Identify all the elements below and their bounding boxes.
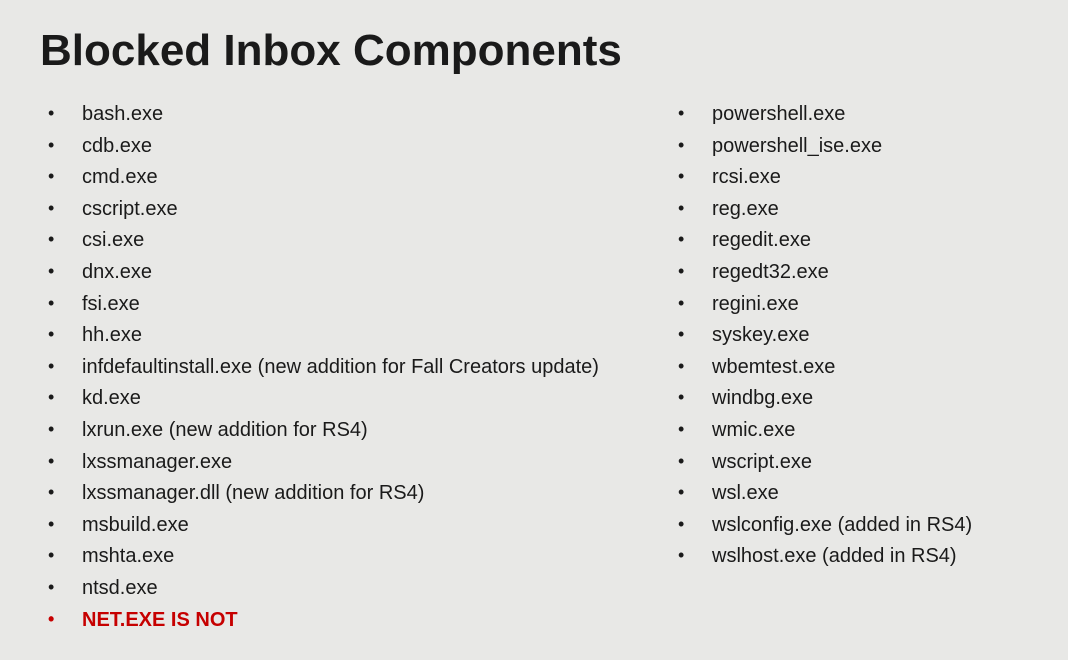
list-item: syskey.exe (670, 321, 1028, 351)
list-item: msbuild.exe (40, 511, 600, 541)
list-item: lxrun.exe (new addition for RS4) (40, 416, 600, 446)
slide-title: Blocked Inbox Components (40, 26, 1028, 76)
left-column: bash.execdb.execmd.execscript.execsi.exe… (40, 100, 600, 637)
list-item: kd.exe (40, 384, 600, 414)
list-item: csi.exe (40, 226, 600, 256)
left-list: bash.execdb.execmd.execscript.execsi.exe… (40, 100, 600, 635)
list-item: wslconfig.exe (added in RS4) (670, 511, 1028, 541)
list-item: powershell_ise.exe (670, 132, 1028, 162)
list-item: regedt32.exe (670, 258, 1028, 288)
list-item: cdb.exe (40, 132, 600, 162)
right-column: powershell.exepowershell_ise.exercsi.exe… (630, 100, 1028, 637)
right-list: powershell.exepowershell_ise.exercsi.exe… (670, 100, 1028, 572)
list-item: lxssmanager.exe (40, 448, 600, 478)
list-item: dnx.exe (40, 258, 600, 288)
list-item: rcsi.exe (670, 163, 1028, 193)
list-item: cmd.exe (40, 163, 600, 193)
list-item: hh.exe (40, 321, 600, 351)
list-item: bash.exe (40, 100, 600, 130)
two-column-layout: bash.execdb.execmd.execscript.execsi.exe… (40, 100, 1028, 637)
list-item: cscript.exe (40, 195, 600, 225)
list-item: ntsd.exe (40, 574, 600, 604)
list-item: windbg.exe (670, 384, 1028, 414)
list-item: wbemtest.exe (670, 353, 1028, 383)
list-item: mshta.exe (40, 542, 600, 572)
list-item: regini.exe (670, 290, 1028, 320)
list-item: regedit.exe (670, 226, 1028, 256)
list-item: infdefaultinstall.exe (new addition for … (40, 353, 600, 383)
list-item: powershell.exe (670, 100, 1028, 130)
list-item: reg.exe (670, 195, 1028, 225)
list-item: lxssmanager.dll (new addition for RS4) (40, 479, 600, 509)
list-item: wsl.exe (670, 479, 1028, 509)
list-item: wmic.exe (670, 416, 1028, 446)
list-item: NET.EXE IS NOT (40, 606, 600, 636)
list-item: wscript.exe (670, 448, 1028, 478)
list-item: wslhost.exe (added in RS4) (670, 542, 1028, 572)
list-item: fsi.exe (40, 290, 600, 320)
